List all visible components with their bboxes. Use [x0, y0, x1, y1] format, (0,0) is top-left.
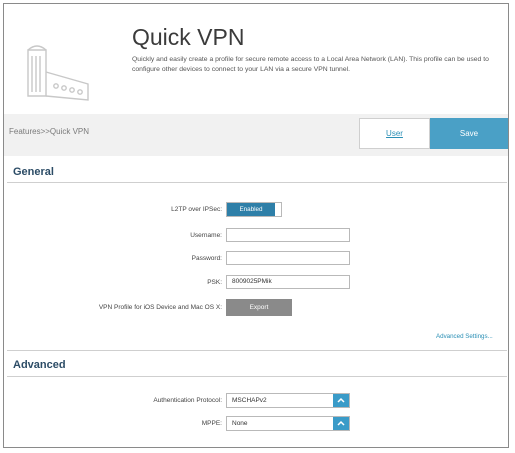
auth-protocol-select[interactable]: MSCHAPv2 [226, 393, 350, 408]
divider [7, 350, 507, 351]
chevron-up-icon[interactable] [333, 394, 349, 407]
chevron-up-icon[interactable] [333, 417, 349, 430]
export-button[interactable]: Export [226, 299, 292, 316]
breadcrumb: Features>>Quick VPN [9, 127, 90, 136]
header: Quick VPN Quickly and easily create a pr… [4, 4, 508, 114]
psk-label: PSK: [207, 279, 222, 286]
password-input[interactable] [226, 251, 350, 265]
save-button[interactable]: Save [430, 118, 508, 149]
auth-protocol-value: MSCHAPv2 [232, 397, 267, 404]
router-logo-icon [27, 45, 89, 101]
mppe-label: MPPE: [201, 420, 222, 427]
username-input[interactable] [226, 228, 350, 242]
l2tp-label: L2TP over IPSec: [171, 206, 222, 213]
page-title: Quick VPN [132, 24, 245, 50]
password-label: Password: [191, 255, 222, 262]
divider [7, 376, 507, 377]
username-label: Username: [190, 232, 222, 239]
toggle-knob [275, 203, 281, 216]
page-description: Quickly and easily create a profile for … [132, 56, 489, 73]
advanced-settings-link[interactable]: Advanced Settings... [436, 333, 493, 340]
mppe-select[interactable]: None [226, 416, 350, 431]
general-section-title: General [13, 166, 54, 178]
l2tp-toggle-state: Enabled [227, 203, 275, 216]
advanced-section-title: Advanced [13, 359, 66, 371]
mppe-value: None [232, 420, 248, 427]
auth-protocol-label: Authentication Protocol: [153, 397, 222, 404]
user-button[interactable]: User [359, 118, 430, 149]
vpn-profile-label: VPN Profile for iOS Device and Mac OS X: [98, 304, 222, 311]
l2tp-toggle[interactable]: Enabled [226, 202, 282, 217]
psk-input[interactable]: 8009025PMik [226, 275, 350, 289]
divider [7, 182, 507, 183]
